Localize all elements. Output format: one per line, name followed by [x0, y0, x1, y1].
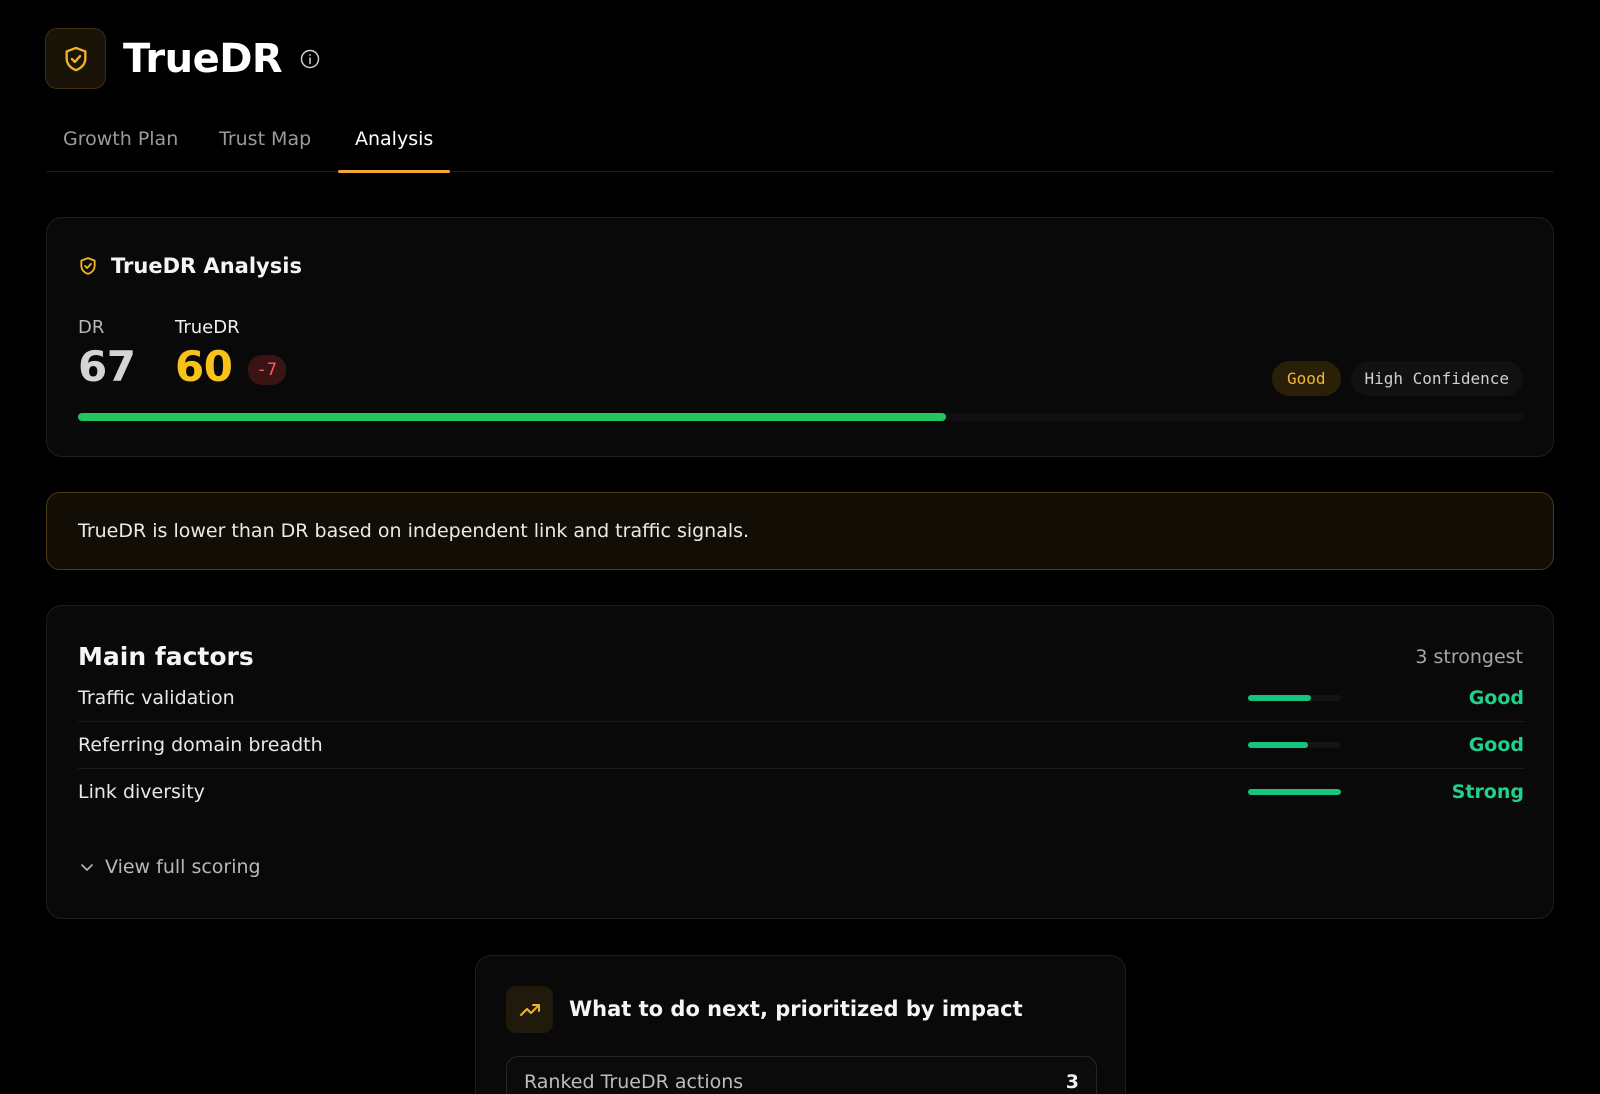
factor-status: Good — [1468, 686, 1524, 709]
shield-check-icon — [65, 46, 87, 71]
ranked-actions-label: Ranked TrueDR actions — [524, 1071, 744, 1093]
factor-bar-track — [1248, 742, 1341, 748]
delta-badge: -7 — [247, 355, 287, 385]
next-steps-title: What to do next, prioritized by impact — [569, 997, 1023, 1021]
trending-up-icon — [519, 1003, 540, 1016]
notice-banner: TrueDR is lower than DR based on indepen… — [46, 492, 1554, 570]
main-factors-card: Main factors 3 strongest Traffic validat… — [46, 605, 1554, 919]
tab-analysis[interactable]: Analysis — [338, 118, 451, 173]
ranked-actions-count: 3 — [1065, 1071, 1079, 1093]
next-steps-card: What to do next, prioritized by impact R… — [475, 955, 1126, 1094]
analysis-heading: TrueDR Analysis — [78, 254, 302, 278]
confidence-badge: High Confidence — [1350, 361, 1523, 396]
app-header: TrueDR — [45, 28, 320, 89]
truedr-analysis-card: TrueDR Analysis DR 67 TrueDR 60 -7 Good … — [46, 217, 1554, 457]
shield-check-icon — [80, 257, 96, 275]
chevron-down-icon — [81, 864, 93, 871]
factor-row: Traffic validation Good — [78, 674, 1524, 722]
factor-row: Referring domain breadth Good — [78, 721, 1524, 769]
truedr-metric: TrueDR 60 -7 — [175, 317, 287, 391]
score-progress-track — [78, 413, 1524, 421]
score-progress-fill — [78, 413, 946, 421]
dr-label: DR — [78, 317, 105, 338]
truedr-label: TrueDR — [175, 317, 240, 338]
analysis-title: TrueDR Analysis — [111, 254, 302, 278]
factor-bar-track — [1248, 695, 1341, 701]
view-full-scoring-toggle[interactable]: View full scoring — [78, 856, 261, 878]
factor-status: Good — [1468, 733, 1524, 756]
next-steps-icon-box — [506, 986, 553, 1033]
info-icon[interactable] — [300, 49, 320, 69]
tab-bar: Growth Plan Trust Map Analysis — [46, 118, 1554, 173]
tab-trust-map[interactable]: Trust Map — [202, 118, 328, 172]
app-title: TrueDR — [123, 35, 283, 82]
factor-bar-fill — [1248, 695, 1312, 701]
app-logo — [45, 28, 106, 89]
factor-row: Link diversity Strong — [78, 768, 1524, 816]
factor-status: Strong — [1451, 781, 1524, 803]
factors-count: 3 strongest — [1415, 646, 1523, 668]
dr-value: 67 — [78, 342, 136, 391]
factors-title: Main factors — [78, 642, 254, 671]
dr-metric: DR 67 — [78, 317, 136, 391]
rating-badge: Good — [1271, 361, 1341, 396]
factor-bar-fill — [1248, 789, 1341, 795]
factor-bar-track — [1248, 789, 1341, 795]
truedr-value: 60 — [175, 342, 233, 391]
page: TrueDR Growth Plan Trust Map Analysis Tr… — [0, 0, 1600, 1094]
ranked-actions-panel[interactable]: Ranked TrueDR actions 3 — [506, 1056, 1097, 1094]
factor-bar-fill — [1248, 742, 1308, 748]
status-badges: Good High Confidence — [1271, 361, 1523, 396]
view-full-scoring-label: View full scoring — [105, 856, 261, 878]
tab-growth-plan[interactable]: Growth Plan — [46, 118, 195, 172]
